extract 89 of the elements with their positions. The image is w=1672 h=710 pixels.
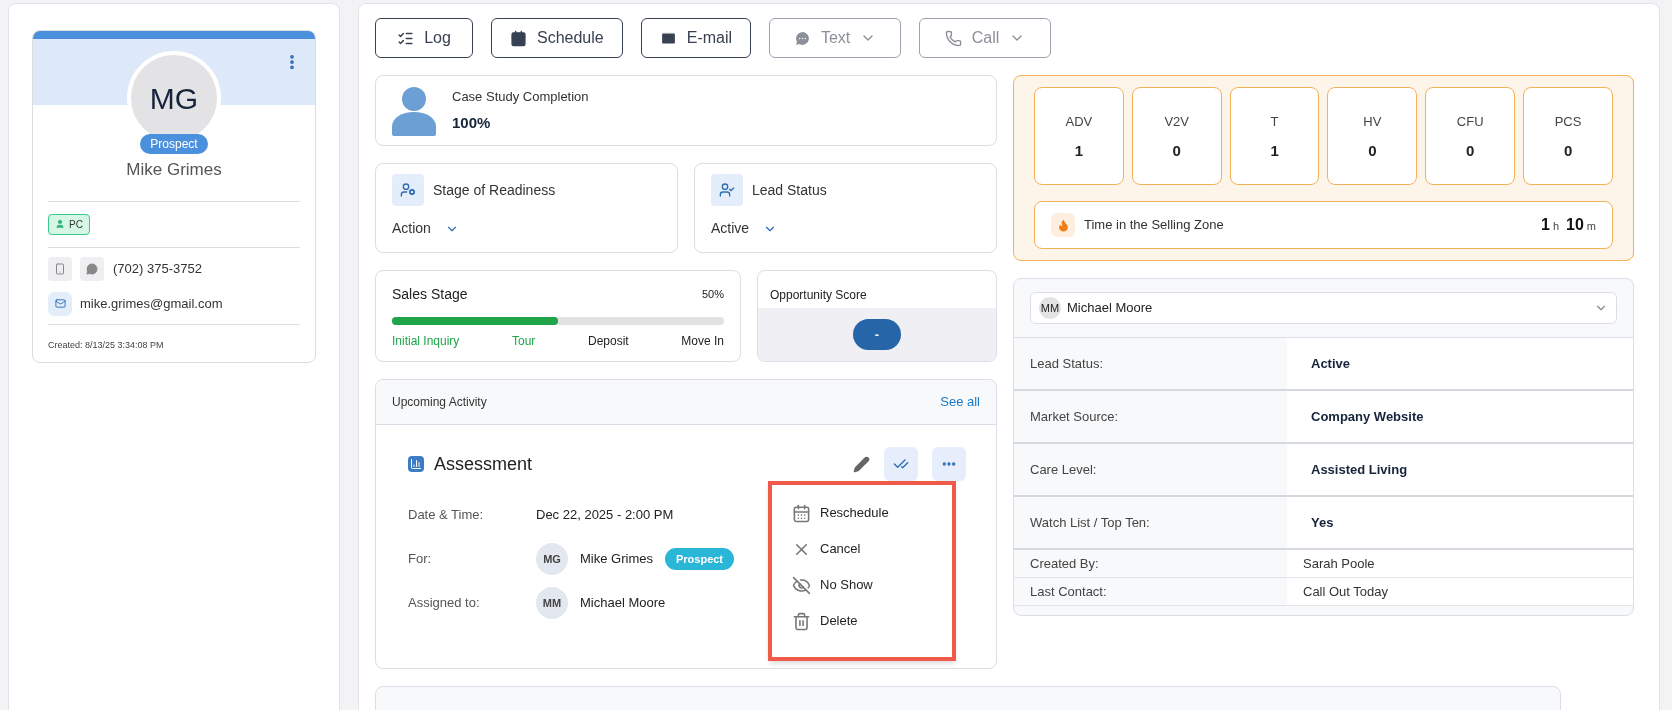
created-date: Created: 8/13/25 3:34:08 PM	[48, 339, 164, 350]
hours-value: 1	[1541, 215, 1550, 235]
minutes-unit: m	[1586, 219, 1596, 234]
menu-item[interactable]: No Show	[792, 573, 932, 597]
counter-value: 0	[1466, 140, 1475, 161]
trash-icon	[792, 611, 811, 631]
edit-icon[interactable]	[853, 455, 870, 473]
menu-item[interactable]: Reschedule	[792, 501, 932, 525]
detail-label: Watch List / Top Ten:	[1030, 513, 1150, 532]
user-icon	[711, 174, 743, 206]
mail-icon[interactable]	[48, 291, 72, 316]
mobile-phone-icon[interactable]	[48, 256, 72, 281]
assignee-select[interactable]: MM Michael Moore	[1030, 292, 1617, 324]
stage-label: Initial Inquiry	[392, 333, 460, 350]
toolbar-button[interactable]: E-mail	[640, 18, 752, 58]
counter-value: 0	[1368, 140, 1377, 161]
person-name: Michael Moore	[580, 594, 666, 613]
see-all-link[interactable]: See all	[940, 392, 980, 412]
percent-label: 50%	[701, 287, 724, 303]
user-icon	[392, 174, 424, 206]
card-title: Sales Stage	[392, 285, 468, 304]
chart-icon	[408, 456, 424, 472]
email-address[interactable]: mike.grimes@gmail.com	[80, 293, 223, 314]
toolbar-button[interactable]: Schedule	[491, 18, 623, 58]
chat-bubble-icon	[793, 29, 811, 47]
detail-value: Assisted Living	[1311, 460, 1408, 479]
more-button[interactable]	[932, 447, 966, 481]
panel-title: Upcoming Activity	[392, 394, 487, 411]
mail-icon	[659, 29, 677, 47]
detail-label: Care Level:	[1030, 460, 1097, 479]
counter-label: T	[1270, 113, 1279, 131]
detail-label: Lead Status:	[1030, 354, 1103, 373]
phone-number[interactable]: (702) 375-3752	[113, 258, 202, 279]
stage-label: Tour	[512, 333, 536, 350]
counter-label: PCS	[1554, 113, 1582, 131]
field-label: Date & Time:	[408, 506, 485, 525]
counter-value: 1	[1270, 140, 1279, 161]
card-title: Case Study Completion	[452, 87, 589, 106]
contact-name: Mike Grimes	[126, 159, 222, 181]
minutes-value: 10	[1566, 215, 1584, 235]
counter-value: 0	[1563, 140, 1573, 161]
detail-label: Market Source:	[1030, 407, 1119, 426]
field-label: For:	[408, 550, 433, 569]
person-name: Mike Grimes	[580, 550, 653, 569]
card-title: Lead Status	[752, 180, 827, 200]
status-badge: Prospect	[664, 547, 735, 571]
calendar-icon	[510, 29, 527, 47]
toolbar-button[interactable]: Log	[375, 18, 473, 58]
activity-title: Assessment	[434, 452, 533, 476]
stage-label: Deposit	[587, 333, 629, 350]
field-label: Assigned to:	[408, 594, 481, 613]
counter-label: HV	[1363, 113, 1382, 131]
detail-value: Company Website	[1311, 407, 1424, 426]
stage-label: Move In	[681, 333, 724, 350]
avatar: MM	[1039, 297, 1061, 319]
counter-label: ADV	[1065, 113, 1093, 131]
menu-item[interactable]: Cancel	[792, 537, 932, 561]
score-badge: -	[853, 319, 901, 350]
person-icon	[392, 85, 436, 136]
status-badge: Prospect	[140, 134, 208, 154]
detail-label: Created By:	[1030, 554, 1099, 573]
avatar: MM	[536, 587, 568, 619]
counter-label: CFU	[1456, 113, 1484, 131]
chat-icon[interactable]	[80, 256, 104, 281]
detail-label: Last Contact:	[1030, 582, 1107, 601]
completion-value: 100%	[452, 113, 492, 133]
counter-value: 1	[1074, 140, 1084, 161]
counter-value: 0	[1172, 140, 1181, 161]
dropdown[interactable]: Action	[392, 218, 459, 239]
detail-value: Yes	[1311, 513, 1334, 532]
card-title: Stage of Readiness	[433, 180, 556, 200]
detail-value: Active	[1311, 354, 1351, 373]
phone-icon	[944, 29, 962, 47]
counter-label: V2V	[1164, 113, 1190, 131]
calendar-icon	[792, 503, 811, 523]
tag: PC	[48, 213, 90, 235]
card-title: Opportunity Score	[770, 288, 867, 302]
complete-button[interactable]	[884, 447, 918, 481]
person-icon	[55, 219, 65, 229]
hours-unit: h	[1552, 219, 1560, 234]
zone-label: Time in the Selling Zone	[1084, 216, 1224, 235]
dropdown[interactable]: Active	[711, 218, 778, 239]
avatar: MG	[536, 543, 568, 575]
flame-icon	[1051, 213, 1075, 237]
field-value: Dec 22, 2025 - 2:00 PM	[536, 506, 674, 525]
eye-off-icon	[792, 575, 811, 595]
detail-value: Sarah Poole	[1303, 554, 1375, 573]
menu-item[interactable]: Delete	[792, 609, 932, 633]
detail-value: Call Out Today	[1303, 582, 1389, 601]
